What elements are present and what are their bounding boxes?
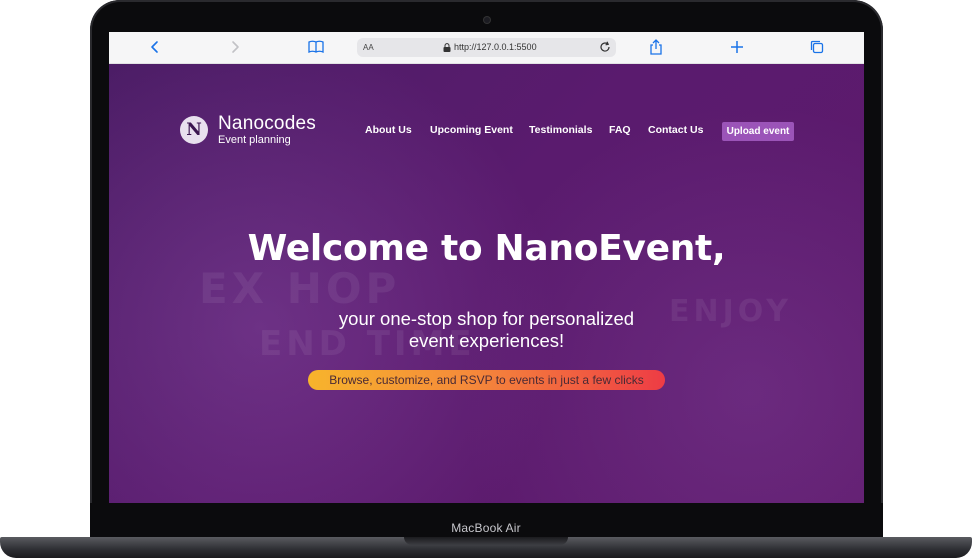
nav-about-us[interactable]: About Us (365, 124, 412, 136)
nav-contact-us[interactable]: Contact Us (648, 124, 703, 136)
bookmarks-icon[interactable] (307, 38, 325, 56)
url-text: http://127.0.0.1:5500 (454, 42, 537, 52)
reload-icon[interactable] (598, 40, 612, 54)
screen: AA http://127.0.0.1:5500 EX HOP END TIME (109, 32, 864, 503)
background-graphic: EX HOP (199, 264, 401, 313)
hero-headline: Welcome to NanoEvent, (247, 228, 726, 269)
back-icon[interactable] (146, 38, 164, 56)
logo-name[interactable]: Nanocodes (218, 113, 316, 135)
hero-section: EX HOP END TIME ENJOY N Nanocodes Event … (109, 64, 864, 503)
nav-upcoming-event[interactable]: Upcoming Event (430, 124, 513, 136)
device-label: MacBook Air (451, 521, 521, 535)
browser-toolbar: AA http://127.0.0.1:5500 (109, 32, 864, 64)
hero-subtitle-line-2: event experiences! (408, 330, 565, 351)
forward-icon[interactable] (226, 38, 244, 56)
laptop-notch (404, 537, 568, 545)
text-size-button[interactable]: AA (363, 38, 374, 57)
hero-tagline-pill: Browse, customize, and RSVP to events in… (308, 370, 665, 390)
share-icon[interactable] (647, 38, 665, 56)
nav-faq[interactable]: FAQ (609, 124, 631, 136)
camera-icon (484, 17, 490, 23)
address-bar[interactable]: AA http://127.0.0.1:5500 (357, 38, 616, 57)
new-tab-icon[interactable] (728, 38, 746, 56)
nav-testimonials[interactable]: Testimonials (529, 124, 592, 136)
logo-tagline: Event planning (218, 134, 291, 146)
lock-icon (443, 43, 451, 52)
tabs-icon[interactable] (808, 38, 826, 56)
logo-mark[interactable]: N (180, 116, 208, 144)
hero-subtitle-line-1: your one-stop shop for personalized (338, 308, 635, 329)
upload-event-button[interactable]: Upload event (722, 122, 794, 141)
